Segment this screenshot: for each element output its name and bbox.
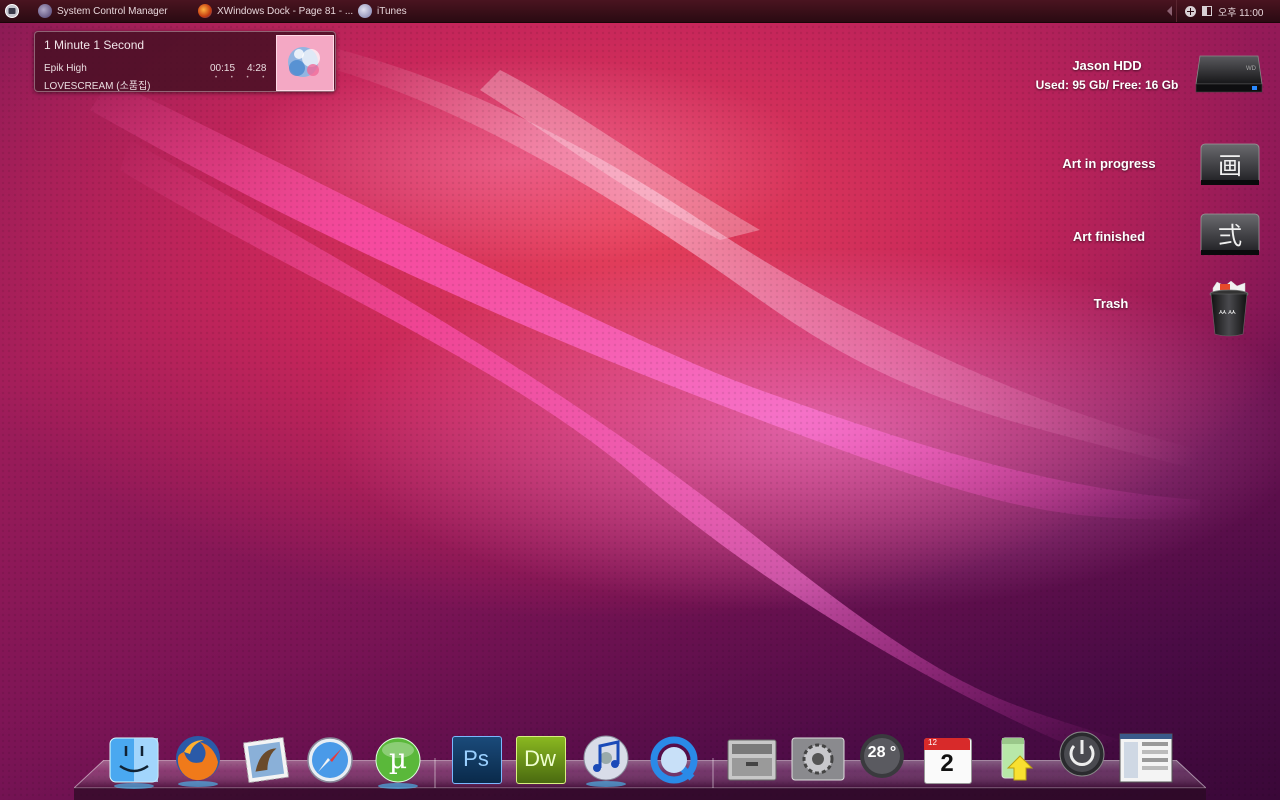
dock-finder[interactable] xyxy=(106,734,162,790)
dock-separator xyxy=(434,758,436,788)
dock-safari[interactable] xyxy=(302,734,358,790)
dock-itunes[interactable] xyxy=(578,732,634,788)
art-in-progress-glyph: 画 xyxy=(1218,152,1242,180)
dreamweaver-label: Dw xyxy=(524,746,556,771)
art-in-progress-folder-icon[interactable]: 画 xyxy=(1199,142,1261,188)
track-total: 4:28 xyxy=(247,63,267,74)
art-finished-label: Art finished xyxy=(1072,229,1146,244)
dock-calendar[interactable]: 12 2 xyxy=(920,734,976,790)
itunes-icon xyxy=(583,735,629,787)
start-menu-icon[interactable] xyxy=(4,3,20,19)
firefox-icon xyxy=(198,4,212,18)
art-finished-folder-icon[interactable]: 弍 xyxy=(1199,212,1261,258)
finder-icon xyxy=(109,737,159,789)
archive-icon xyxy=(727,739,777,781)
utorrent-glyph: µ xyxy=(388,742,408,775)
clock[interactable]: 오후 11:00 xyxy=(1218,4,1263,19)
hdd-name: Jason HDD xyxy=(1072,58,1142,73)
now-playing-widget[interactable]: 1 Minute 1 Second Epik High LOVESCREAM (… xyxy=(34,31,336,92)
dock-archive[interactable] xyxy=(724,732,780,788)
task-label: XWindows Dock - Page 81 - ... xyxy=(217,5,354,17)
track-artist: Epik High xyxy=(44,63,87,74)
mail-icon xyxy=(242,736,290,784)
task-itunes[interactable]: iTunes xyxy=(358,0,407,22)
svg-text:ᄊᄊ: ᄊᄊ xyxy=(1218,310,1236,321)
task-system-control-manager[interactable]: System Control Manager xyxy=(38,0,168,22)
svg-text:WD: WD xyxy=(1246,66,1257,72)
track-album: LOVESCREAM (소품집) xyxy=(44,81,151,92)
safari-icon xyxy=(307,737,353,783)
task-label: iTunes xyxy=(377,5,407,17)
dock-dreamweaver[interactable]: Dw xyxy=(514,734,570,790)
trash-can-icon[interactable]: ᄊᄊ xyxy=(1205,280,1253,338)
task-label: System Control Manager xyxy=(57,5,168,17)
wallpaper xyxy=(0,0,1280,800)
network-icon[interactable] xyxy=(1185,5,1196,17)
power-icon xyxy=(1059,731,1105,777)
photoshop-label: Ps xyxy=(463,746,489,771)
dock-firefox[interactable] xyxy=(170,732,226,788)
hdd-usage: Used: 95 Gb/ Free: 16 Gb xyxy=(1035,78,1179,92)
quicktime-icon xyxy=(650,736,698,784)
calendar-month: 12 xyxy=(928,738,937,747)
hard-drive-icon[interactable]: WD xyxy=(1194,52,1264,96)
weather-temp: 28 ° xyxy=(867,744,897,761)
dock-mail[interactable] xyxy=(238,734,294,790)
trash-label: Trash xyxy=(1093,296,1129,311)
dock-separator xyxy=(712,758,714,788)
tray-expand-icon[interactable] xyxy=(1167,6,1172,16)
track-title: 1 Minute 1 Second xyxy=(44,38,145,52)
display-icon[interactable] xyxy=(1202,6,1212,16)
system-tray: 오후 11:00 xyxy=(1176,0,1280,22)
system-preferences-icon xyxy=(791,737,845,781)
dock-power[interactable] xyxy=(1054,730,1110,786)
dock-weather[interactable]: 28 ° xyxy=(854,732,910,788)
upload-icon xyxy=(1001,737,1034,781)
itunes-icon xyxy=(358,4,372,18)
art-finished-glyph: 弍 xyxy=(1218,222,1242,250)
dock-quicktime[interactable] xyxy=(646,734,702,790)
dock-system-preferences[interactable] xyxy=(790,732,846,788)
dock-screen-thumbnail[interactable] xyxy=(1118,732,1174,788)
art-in-progress-label: Art in progress xyxy=(1062,156,1156,171)
dock-upload[interactable] xyxy=(990,732,1046,788)
taskbar: System Control Manager XWindows Dock - P… xyxy=(0,0,1280,23)
firefox-icon xyxy=(176,736,220,787)
gear-globe-icon xyxy=(38,4,52,18)
album-art xyxy=(276,35,334,91)
task-xwindows-dock[interactable]: XWindows Dock - Page 81 - ... xyxy=(198,0,353,22)
track-elapsed: 00:15 xyxy=(210,63,236,74)
screen-thumbnail-icon xyxy=(1119,733,1173,783)
dock-photoshop[interactable]: Ps xyxy=(450,734,506,790)
calendar-day: 2 xyxy=(940,750,954,777)
dock-utorrent[interactable]: µ xyxy=(370,734,426,790)
